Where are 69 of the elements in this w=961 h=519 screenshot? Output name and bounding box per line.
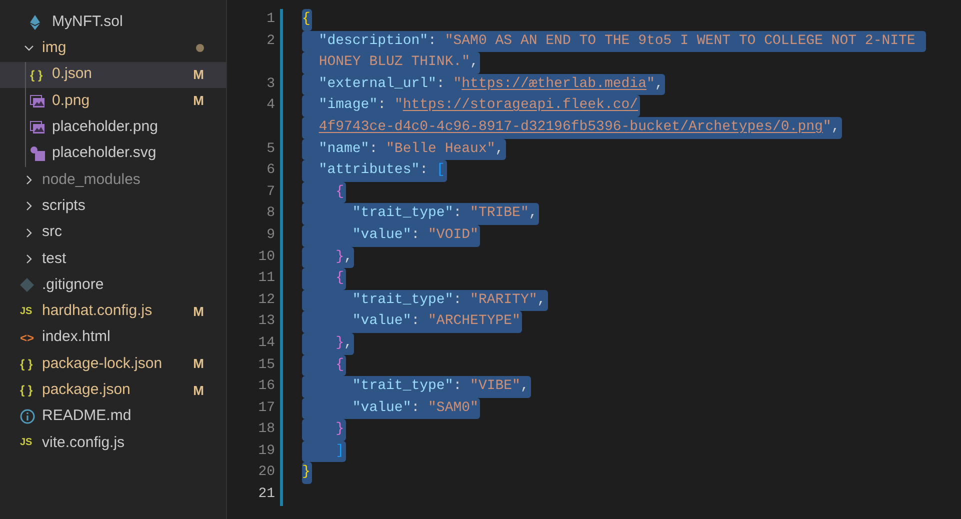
line-number: 19 [258,442,275,461]
line-number: 9 [266,226,275,245]
folder-name[interactable]: scripts [42,194,204,218]
file-row[interactable]: JS vite.config.js [0,430,226,456]
line-number: 14 [258,334,275,353]
modified-label: M [193,92,204,110]
line-number: 4 [266,96,275,116]
file-name: placeholder.svg [52,143,158,164]
line-number: 8 [266,204,275,224]
code-line: } [302,462,312,484]
angle-brackets-icon: <> [20,328,38,347]
line-number: 18 [258,420,275,440]
folder-name[interactable]: img [42,37,188,60]
json-braces-icon: { } [20,355,38,373]
file-row[interactable]: README.md [0,403,226,430]
json-braces-icon: { } [30,66,48,84]
line-number: 21 [258,485,275,504]
line-number: 20 [258,463,275,482]
code-line: { [302,9,312,31]
modified-label: M [193,382,204,400]
folder-name[interactable]: test [42,248,204,270]
line-number: 2 [266,32,275,51]
diamond-icon [20,278,34,292]
file-row[interactable]: MyNFT.sol [0,9,226,36]
file-row[interactable]: JS hardhat.config.js M [0,298,226,325]
line-number: 6 [266,161,275,180]
file-row[interactable]: { } package.json M [0,377,226,404]
modified-label: M [193,66,204,84]
line-number: 7 [266,182,275,202]
line-number: 1 [266,10,275,29]
js-icon: JS [20,304,38,319]
line-number: 3 [266,74,275,94]
file-name: .gitignore [42,274,105,295]
file-name: 0.json [52,64,94,84]
line-number: 11 [258,269,275,288]
file-name: package.json [42,380,132,400]
json-braces-icon: { } [20,381,38,400]
file-row[interactable]: .gitignore [0,272,226,298]
folder-name[interactable]: node_modules [42,168,204,192]
file-name: MyNFT.sol [52,12,124,32]
file-name: 0.png [52,90,91,111]
file-row[interactable]: placeholder.svg [0,140,226,167]
js-icon: JS [20,435,38,450]
diamond-icon [30,14,40,30]
shapes-icon [30,146,45,162]
modified-label: M [193,355,204,374]
file-name: index.html [42,327,112,348]
file-row[interactable]: 0.png M [0,88,226,114]
file-name: placeholder.png [52,117,159,138]
line-number: 13 [258,312,275,332]
image-icon [30,94,45,108]
file-row[interactable]: { } 0.json M [0,62,226,88]
line-number: 16 [258,377,275,396]
file-name: package-lock.json [42,354,164,374]
file-row[interactable]: <> index.html [0,324,226,351]
image-icon [30,120,45,134]
info-icon [20,409,35,424]
line-number: 10 [258,248,275,267]
file-row[interactable]: placeholder.png [0,114,226,140]
file-name: vite.config.js [42,432,126,453]
line-number: 15 [258,356,275,374]
line-number: 12 [258,290,275,310]
line-number: 5 [266,140,275,159]
file-name: hardhat.config.js [42,301,154,322]
modified-label: M [193,302,204,321]
file-name: README.md [42,406,132,426]
line-number: 17 [258,398,275,418]
folder-name[interactable]: src [42,221,204,244]
file-row[interactable]: { } package-lock.json M [0,350,226,378]
